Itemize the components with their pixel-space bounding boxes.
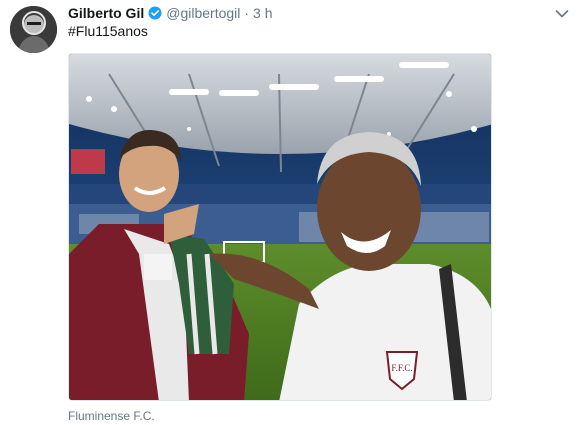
tweet-photo[interactable]: F.F.C.	[68, 53, 492, 401]
user-handle[interactable]: @gilbertogil	[166, 5, 240, 21]
photo-image: F.F.C.	[69, 54, 491, 400]
photo-caption: Fluminense F.C.	[68, 409, 155, 423]
verified-badge-icon	[148, 6, 162, 20]
tweet-text: #Flu115anos	[68, 23, 148, 39]
photo-badge-text: F.F.C.	[391, 363, 412, 373]
tweet-card: Gilberto Gil @gilbertogil · 3 h #Flu115a…	[0, 0, 583, 425]
tweet-header: Gilberto Gil @gilbertogil · 3 h	[68, 4, 273, 22]
hashtag-link[interactable]: #Flu115anos	[68, 23, 148, 39]
avatar-image	[10, 6, 57, 53]
display-name[interactable]: Gilberto Gil	[68, 5, 144, 21]
avatar[interactable]	[10, 6, 57, 53]
chevron-down-icon[interactable]	[555, 6, 569, 18]
separator-dot: ·	[244, 5, 250, 21]
timestamp[interactable]: 3 h	[253, 5, 272, 21]
